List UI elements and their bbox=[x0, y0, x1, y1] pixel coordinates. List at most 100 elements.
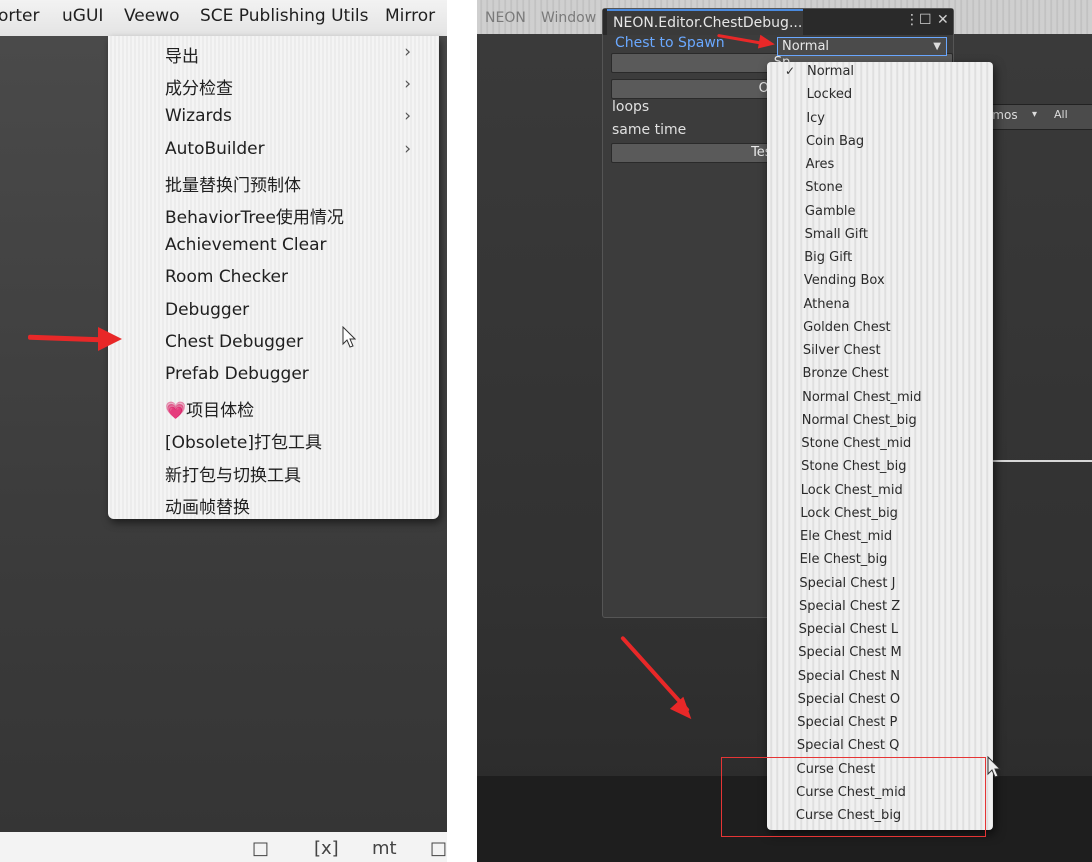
option-item[interactable]: ✓ Normal bbox=[767, 62, 993, 84]
option-item[interactable]: Ele Chest_mid bbox=[760, 527, 986, 549]
frame-icon[interactable]: □ bbox=[430, 838, 447, 859]
same-time-label: same time bbox=[612, 122, 687, 138]
option-label: Locked bbox=[806, 87, 853, 103]
menu-item-label: 导出 bbox=[165, 47, 199, 67]
menu-item[interactable]: 成分检查 › bbox=[165, 74, 425, 104]
option-item[interactable]: Bronze Chest bbox=[762, 364, 988, 386]
option-item[interactable]: Vending Box bbox=[764, 271, 990, 293]
menu-item-label: Room Checker bbox=[165, 267, 288, 288]
menu-item[interactable]: Wizards › bbox=[165, 106, 425, 136]
menu-item-label: 新打包与切换工具 bbox=[165, 465, 301, 486]
menubar-item-sce-publishing-utils[interactable]: SCE Publishing Utils bbox=[200, 6, 369, 26]
veewo-dropdown-menu: 导出 › 成分检查 › Wizards › AutoBuilder › 批量替换门预制体 Beha… bbox=[108, 36, 439, 519]
menu-item-label: 动画帧替换 bbox=[165, 497, 250, 518]
option-item[interactable]: Special Chest O bbox=[758, 690, 984, 712]
option-label: Special Chest Q bbox=[796, 738, 900, 754]
option-label: Normal bbox=[807, 64, 855, 79]
panel-icon[interactable]: □ bbox=[252, 838, 269, 859]
chevron-right-icon: › bbox=[404, 106, 411, 127]
option-item[interactable]: Icy bbox=[766, 109, 992, 131]
option-item[interactable]: Normal Chest_big bbox=[762, 411, 988, 433]
option-label: Golden Chest bbox=[803, 319, 891, 335]
menu-item[interactable]: Prefab Debugger bbox=[165, 364, 425, 394]
option-item[interactable]: Golden Chest bbox=[763, 318, 989, 340]
menu-item-label: BehaviorTree使用情况 bbox=[165, 208, 344, 228]
menubar-item-veewo[interactable]: Veewo bbox=[124, 6, 180, 26]
menu-item[interactable]: Chest Debugger bbox=[165, 332, 425, 362]
option-label: Special Chest J bbox=[799, 575, 896, 591]
option-label: Lock Chest_big bbox=[800, 505, 898, 521]
option-label: Silver Chest bbox=[802, 343, 881, 358]
option-label: Coin Bag bbox=[805, 133, 865, 149]
gizmos-dropdown-icon[interactable]: ▾ bbox=[1032, 109, 1037, 120]
option-label: Ele Chest_big bbox=[799, 552, 888, 568]
menubar-item-ugui[interactable]: uGUI bbox=[62, 6, 103, 26]
menu-item[interactable]: Room Checker bbox=[165, 267, 425, 297]
capture-icon[interactable]: [x] bbox=[314, 838, 339, 859]
menu-item[interactable]: 动画帧替换 bbox=[165, 493, 425, 523]
option-label: Big Gift bbox=[804, 250, 853, 265]
option-item[interactable]: Locked bbox=[767, 85, 993, 107]
close-icon[interactable]: ✕ bbox=[937, 12, 949, 28]
maximize-icon[interactable]: ☐ bbox=[919, 12, 932, 28]
option-item[interactable]: Special Chest M bbox=[758, 643, 984, 665]
menubar-item-window[interactable]: Window bbox=[541, 10, 596, 26]
annotation-arrow-head bbox=[98, 327, 122, 351]
option-item[interactable]: Stone Chest_big bbox=[761, 457, 987, 479]
option-item[interactable]: Special Chest N bbox=[758, 667, 984, 689]
option-item[interactable]: Normal Chest_mid bbox=[762, 388, 988, 410]
menu-item[interactable]: AutoBuilder › bbox=[165, 139, 425, 169]
menu-item[interactable]: 💗项目体检 bbox=[165, 396, 425, 426]
option-item[interactable]: Special Chest Q bbox=[757, 736, 983, 758]
scene-toolbar: zmos ▾ All bbox=[977, 104, 1092, 130]
window-tab[interactable]: NEON.Editor.ChestDebug... bbox=[607, 9, 803, 35]
menu-item-label: [Obsolete]打包工具 bbox=[165, 433, 323, 454]
menubar-item-neon[interactable]: NEON bbox=[485, 10, 526, 26]
menu-item[interactable]: BehaviorTree使用情况 bbox=[165, 203, 425, 233]
menu-item[interactable]: Achievement Clear bbox=[165, 235, 425, 265]
option-item[interactable]: Lock Chest_mid bbox=[761, 481, 987, 503]
menu-item-label: Prefab Debugger bbox=[165, 364, 309, 384]
scene-search-field[interactable]: All bbox=[1054, 108, 1068, 121]
option-label: Bronze Chest bbox=[802, 366, 889, 382]
option-label: Gamble bbox=[804, 203, 856, 219]
menu-item[interactable]: 导出 › bbox=[165, 42, 425, 72]
menu-item-label: 批量替换门预制体 bbox=[165, 175, 301, 196]
menu-item-label: AutoBuilder bbox=[165, 138, 265, 159]
option-label: Normal Chest_big bbox=[801, 412, 917, 428]
mouse-cursor-icon bbox=[987, 756, 1001, 778]
option-item[interactable]: Lock Chest_big bbox=[760, 504, 986, 526]
menubar-item-importer[interactable]: orter bbox=[0, 6, 40, 26]
option-item[interactable]: Silver Chest bbox=[763, 341, 989, 363]
text-icon[interactable]: mt bbox=[372, 838, 397, 859]
option-label: Lock Chest_mid bbox=[800, 482, 903, 498]
menu-item[interactable]: 批量替换门预制体 bbox=[165, 171, 425, 201]
left-screenshot: orter uGUI Veewo SCE Publishing Utils Mi… bbox=[0, 0, 447, 862]
option-item[interactable]: Stone Chest_mid bbox=[761, 434, 987, 456]
option-label: Athena bbox=[803, 296, 850, 312]
menu-item-label: 成分检查 bbox=[165, 79, 233, 100]
option-item[interactable]: Gamble bbox=[765, 202, 991, 224]
option-item[interactable]: Ares bbox=[766, 155, 992, 177]
option-item[interactable]: Special Chest Z bbox=[759, 597, 985, 619]
option-item[interactable]: Athena bbox=[764, 295, 990, 317]
option-item[interactable]: Stone bbox=[765, 178, 991, 200]
option-label: Special Chest O bbox=[797, 691, 901, 707]
option-item[interactable]: Big Gift bbox=[764, 248, 990, 270]
option-item[interactable]: Small Gift bbox=[765, 225, 991, 247]
option-label: Icy bbox=[806, 110, 825, 126]
menu-item[interactable]: [Obsolete]打包工具 bbox=[165, 428, 425, 458]
bottom-toolbar: □ [x] mt □ bbox=[0, 832, 447, 862]
option-item[interactable]: Special Chest L bbox=[759, 620, 985, 642]
option-item[interactable]: Special Chest J bbox=[759, 574, 985, 596]
option-item[interactable]: Special Chest P bbox=[757, 713, 983, 735]
menu-item[interactable]: 新打包与切换工具 bbox=[165, 461, 425, 491]
option-item[interactable]: Coin Bag bbox=[766, 132, 992, 154]
chest-type-select[interactable]: Normal ▼ bbox=[777, 37, 947, 56]
menubar-item-mirror[interactable]: Mirror bbox=[385, 6, 435, 26]
option-item[interactable]: Ele Chest_big bbox=[760, 550, 986, 572]
menu-item[interactable]: Debugger bbox=[165, 300, 425, 330]
option-label: Special Chest P bbox=[797, 715, 898, 730]
more-options-icon[interactable]: ⋮ bbox=[905, 12, 919, 28]
chevron-right-icon: › bbox=[404, 138, 411, 159]
